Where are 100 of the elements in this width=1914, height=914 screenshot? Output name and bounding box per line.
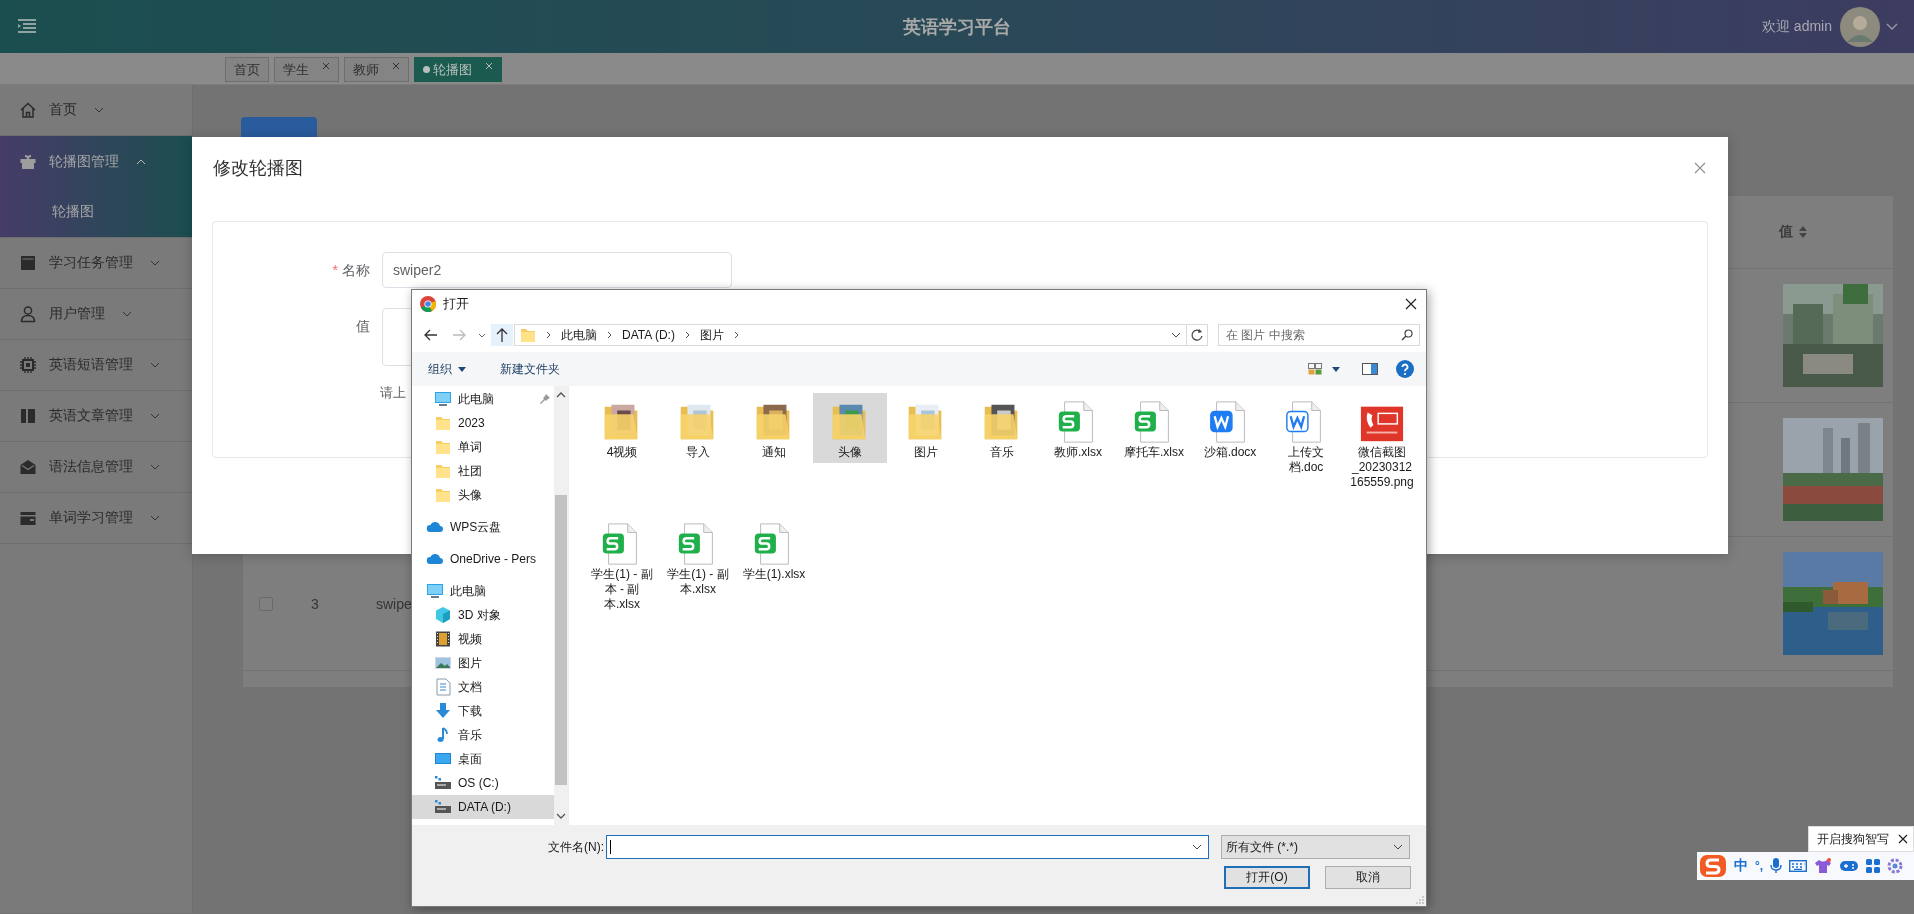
navigation-item[interactable]: 视频: [412, 627, 554, 651]
navigation-item[interactable]: 图片: [412, 651, 554, 675]
page-tab[interactable]: 教师: [344, 57, 409, 82]
field-label: 文件名(N):: [547, 838, 604, 856]
breadcrumb-item[interactable]: 此电脑: [561, 326, 597, 344]
navigation-item[interactable]: OS (C:): [412, 771, 554, 795]
back-arrow-icon[interactable]: [424, 329, 438, 341]
navigation-item[interactable]: 社团: [412, 459, 554, 483]
file-item[interactable]: 教师.xlsx: [1041, 393, 1115, 515]
scrollbar-thumb[interactable]: [555, 495, 567, 785]
file-item[interactable]: 学生(1) - 副本 - 副本.xlsx: [585, 515, 659, 637]
chevron-right-icon[interactable]: [607, 331, 612, 339]
folder-icon: [434, 486, 452, 504]
keyboard-icon[interactable]: [1789, 860, 1808, 872]
navigation-item[interactable]: 下载: [412, 699, 554, 723]
punctuation-toggle[interactable]: °,: [1755, 859, 1764, 873]
caret-down-icon[interactable]: [1332, 366, 1340, 372]
refresh-icon[interactable]: [1186, 324, 1208, 346]
sidebar-subitem[interactable]: 轮播图: [0, 187, 192, 238]
dialog-title: 修改轮播图: [213, 157, 303, 180]
help-icon[interactable]: [1396, 360, 1414, 378]
search-icon[interactable]: [1401, 329, 1413, 341]
navigation-item[interactable]: 3D 对象: [412, 603, 554, 627]
avatar-icon[interactable]: [1840, 6, 1880, 47]
file-item[interactable]: 图片: [889, 393, 963, 515]
file-item[interactable]: 上传文档.doc: [1269, 393, 1343, 515]
chevron-down-icon[interactable]: [1192, 844, 1202, 850]
breadcrumb-item[interactable]: 图片: [699, 326, 724, 344]
upload-hint: 请上: [380, 384, 406, 402]
navigation-item[interactable]: 单词: [412, 435, 554, 459]
chevron-right-icon[interactable]: [546, 331, 551, 339]
chevron-up-icon[interactable]: [556, 392, 566, 398]
chevron-right-icon[interactable]: [733, 331, 739, 339]
open-button[interactable]: 打开(O): [1224, 866, 1310, 889]
user-icon: [18, 304, 38, 324]
search-field[interactable]: 在 图片 中搜索: [1218, 324, 1420, 346]
view-options-icon[interactable]: [1308, 363, 1322, 375]
table-cell: 3: [311, 595, 319, 612]
computer-icon: [426, 582, 444, 600]
file-item[interactable]: 学生(1) - 副本.xlsx: [661, 515, 735, 637]
picture-icon: [434, 654, 452, 672]
chevron-down-icon[interactable]: [1393, 844, 1403, 850]
file-item[interactable]: 微信截图_20230312165559.png: [1345, 393, 1419, 515]
drive-icon: [434, 798, 452, 816]
shirt-icon[interactable]: [1814, 858, 1833, 874]
file-item[interactable]: 摩托车.xlsx: [1117, 393, 1191, 515]
film-icon: [434, 630, 452, 648]
chevron-down-icon[interactable]: [556, 813, 566, 819]
file-item[interactable]: 学生(1).xlsx: [737, 515, 811, 637]
file-item[interactable]: 通知: [737, 393, 811, 515]
caret-down-icon[interactable]: [458, 366, 466, 372]
gear-icon[interactable]: [1887, 858, 1904, 874]
grid-icon[interactable]: [1866, 859, 1881, 873]
gamepad-icon[interactable]: [1839, 859, 1860, 873]
close-icon[interactable]: [1898, 834, 1908, 844]
navigation-item[interactable]: 文档: [412, 675, 554, 699]
cancel-button[interactable]: 取消: [1325, 866, 1411, 889]
navigation-item[interactable]: 2023: [412, 411, 554, 435]
navigation-item[interactable]: OneDrive - Pers: [412, 547, 554, 571]
page-tab[interactable]: 轮播图: [414, 57, 502, 82]
chevron-down-icon[interactable]: [1171, 332, 1181, 338]
file-name-field[interactable]: [606, 835, 1209, 859]
table-cell: swipe: [376, 595, 412, 612]
cube-icon: [434, 606, 452, 624]
input-mode-toggle[interactable]: 中: [1734, 857, 1748, 875]
microphone-icon[interactable]: [1770, 858, 1783, 874]
sort-icon[interactable]: [1799, 226, 1807, 238]
page-tab[interactable]: 学生: [274, 57, 339, 82]
chevron-right-icon[interactable]: [684, 331, 690, 339]
sidebar-item[interactable]: 轮播图管理: [0, 136, 192, 187]
navigation-item[interactable]: 桌面: [412, 747, 554, 771]
organize-menu[interactable]: 组织: [420, 356, 474, 382]
file-item[interactable]: 沙箱.docx: [1193, 393, 1267, 515]
menu-icon[interactable]: [18, 19, 36, 34]
chevron-down-icon[interactable]: [478, 332, 486, 338]
address-bar[interactable]: 此电脑 DATA (D:) 图片: [514, 324, 1187, 346]
resize-grip-icon[interactable]: [1416, 896, 1424, 904]
file-item[interactable]: 导入: [661, 393, 735, 515]
breadcrumb-item[interactable]: DATA (D:): [622, 328, 675, 342]
chevron-up-icon[interactable]: [136, 158, 146, 165]
close-icon[interactable]: [1405, 298, 1417, 310]
browser-icon: [420, 296, 436, 312]
file-item[interactable]: 头像: [813, 393, 887, 463]
ime-logo-icon[interactable]: [1699, 854, 1727, 878]
navigation-item[interactable]: 音乐: [412, 723, 554, 747]
welcome-text: 欢迎 admin: [1761, 17, 1832, 36]
file-item[interactable]: 音乐: [965, 393, 1039, 515]
file-item[interactable]: 4视频: [585, 393, 659, 515]
pin-icon[interactable]: [540, 394, 550, 404]
navigation-item[interactable]: WPS云盘: [412, 515, 554, 539]
page-tab[interactable]: 首页: [225, 57, 269, 82]
preview-pane-icon[interactable]: [1362, 363, 1378, 375]
file-type-dropdown[interactable]: 所有文件 (*.*): [1221, 835, 1410, 859]
navigation-item[interactable]: 此电脑: [412, 579, 554, 603]
navigation-item[interactable]: 头像: [412, 483, 554, 507]
navigation-item[interactable]: 此电脑: [412, 387, 554, 411]
navigation-item[interactable]: DATA (D:): [412, 795, 554, 819]
name-input[interactable]: swiper2: [382, 252, 732, 288]
new-folder-button[interactable]: 新建文件夹: [492, 356, 568, 382]
drive-icon: [434, 774, 452, 792]
